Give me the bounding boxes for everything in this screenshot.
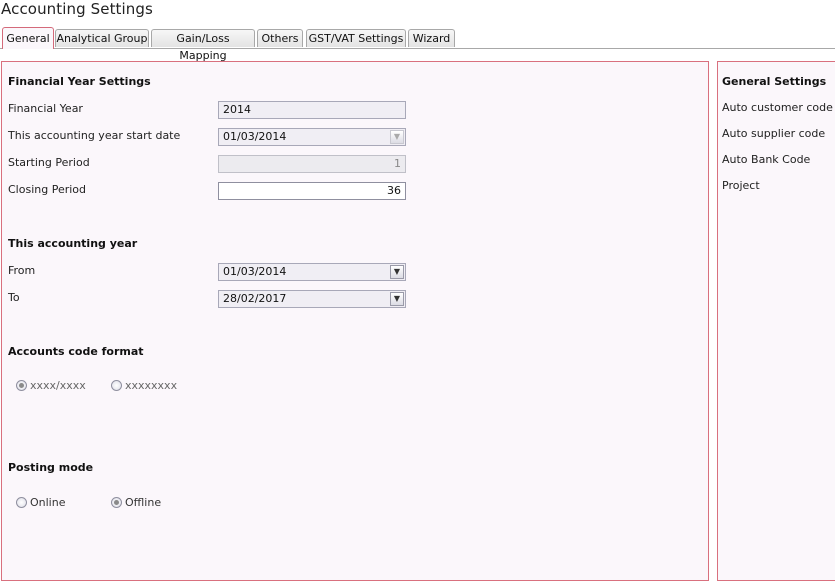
closing-period-field[interactable]: 36 [218,182,406,200]
tab-general[interactable]: General [2,27,54,49]
posting-mode-heading: Posting mode [8,461,94,474]
start-date-label: This accounting year start date [8,129,181,142]
this-accounting-year-heading: This accounting year [8,237,138,250]
auto-customer-code-label: Auto customer code [722,101,833,114]
auto-bank-code-label: Auto Bank Code [722,153,811,166]
code-format-radio-1[interactable] [16,380,27,391]
page-title: Accounting Settings [1,0,153,18]
from-date-value: 01/03/2014 [223,265,287,278]
posting-mode-offline-radio[interactable] [111,497,122,508]
radio-selected-dot [19,383,24,388]
tab-wizard[interactable]: Wizard [408,29,455,47]
to-label: To [8,291,20,304]
chevron-down-icon[interactable]: ▼ [390,130,404,144]
chevron-down-icon[interactable]: ▼ [390,292,404,306]
tab-gst-vat-settings[interactable]: GST/VAT Settings [306,29,406,47]
general-settings-heading: General Settings [722,75,827,88]
project-label: Project [722,179,760,192]
auto-supplier-code-label: Auto supplier code [722,127,826,140]
code-format-radio-2[interactable] [111,380,122,391]
radio-selected-dot [114,500,119,505]
tab-divider [0,48,835,49]
starting-period-label: Starting Period [8,156,90,169]
accounts-code-format-heading: Accounts code format [8,345,144,358]
tab-gain-loss-mapping[interactable]: Gain/Loss Mapping [151,29,255,62]
tab-bar: General Analytical Group Gain/Loss Mappi… [0,27,835,62]
general-settings-side-panel: General Settings Auto customer code Auto… [717,61,835,581]
start-date-value: 01/03/2014 [223,130,287,143]
to-date-dropdown[interactable]: 28/02/2017 ▼ [218,290,406,308]
chevron-down-icon[interactable]: ▼ [390,265,404,279]
tab-others[interactable]: Others [257,29,303,47]
start-date-dropdown[interactable]: 01/03/2014 ▼ [218,128,406,146]
closing-period-label: Closing Period [8,183,87,196]
starting-period-field: 1 [218,155,406,173]
tab-analytical-group[interactable]: Analytical Group [55,29,149,47]
posting-mode-online-radio[interactable] [16,497,27,508]
from-label: From [8,264,36,277]
from-date-dropdown[interactable]: 01/03/2014 ▼ [218,263,406,281]
financial-year-field[interactable]: 2014 [218,101,406,119]
financial-year-settings-heading: Financial Year Settings [8,75,151,88]
posting-mode-offline-label: Offline [125,496,162,509]
code-format-option-2-label: xxxxxxxx [125,379,178,392]
posting-mode-online-label: Online [30,496,66,509]
general-settings-panel: Financial Year Settings Financial Year 2… [1,61,709,581]
financial-year-label: Financial Year [8,102,83,115]
to-date-value: 28/02/2017 [223,292,287,305]
code-format-option-1-label: xxxx/xxxx [30,379,86,392]
